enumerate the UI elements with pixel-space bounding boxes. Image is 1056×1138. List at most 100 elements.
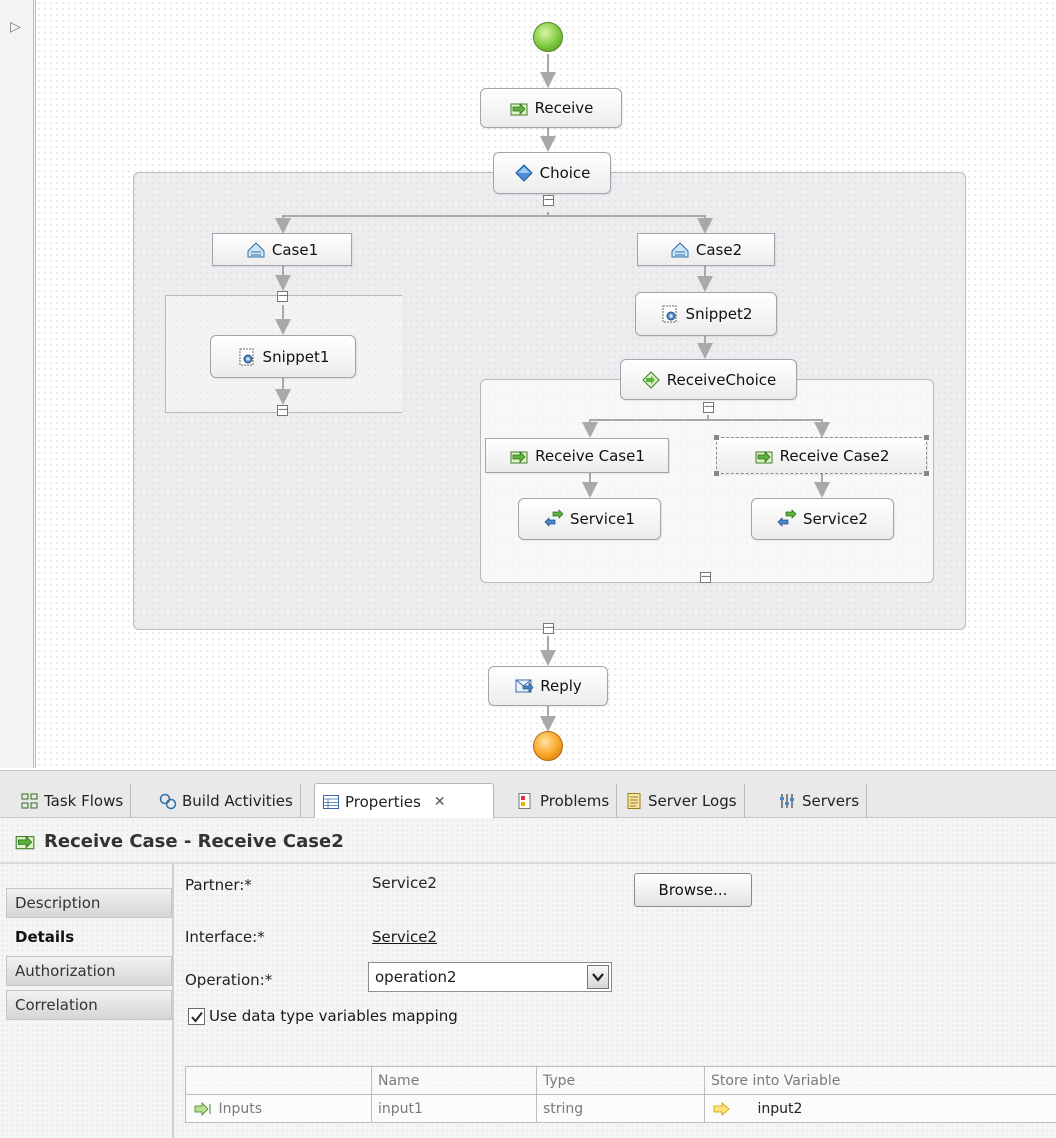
data-type-mapping-label: Use data type variables mapping [209,1007,458,1025]
table-header-row: Name Type Store into Variable [185,1066,1056,1095]
choice-bottom-collapse-toggle[interactable]: — [543,623,554,634]
selection-handle[interactable] [714,435,719,440]
side-tab-description[interactable]: Description [6,888,172,918]
receive-choice-label: ReceiveChoice [666,370,777,389]
side-tab-authorization[interactable]: Authorization [6,956,172,986]
choice-label: Choice [539,164,591,182]
choice-diamond-icon [514,164,533,182]
interface-link[interactable]: Service2 [372,928,437,946]
browse-button[interactable]: Browse... [634,873,752,907]
receive-choice-icon [642,370,660,389]
build-activities-icon [159,793,177,810]
reply-label: Reply [540,677,582,695]
receive-choice-bottom-collapse-toggle[interactable]: — [700,572,711,583]
inputs-icon [194,1101,211,1116]
choice-node[interactable]: Choice [493,152,611,194]
receive-case-icon [15,835,35,850]
receive-icon [510,103,528,116]
name-cell[interactable]: input1 [371,1094,537,1123]
type-cell[interactable]: string [536,1094,705,1123]
tab-server-logs[interactable]: Server Logs [618,784,745,818]
variable-cell[interactable]: input2 [704,1094,1056,1123]
tab-server-logs-label: Server Logs [648,792,737,810]
process-diagram-canvas[interactable]: ▷ Receive Choice — Case1 — — Snippet1 Ca… [0,0,1056,768]
snippet-icon [662,305,677,323]
case-icon [671,241,689,257]
properties-side-tabs: Description Details Authorization Correl… [6,880,172,1024]
receive-choice-node[interactable]: ReceiveChoice [620,359,797,400]
table-row[interactable]: Inputs input1 string input2 [185,1094,1056,1123]
receive-case2-label: Receive Case2 [779,446,890,465]
tab-servers[interactable]: Servers [772,784,868,818]
views-tab-bar: Task Flows Build Activities Properties ✕… [0,770,1056,819]
receive-case1-node[interactable]: Receive Case1 [485,438,669,473]
operation-select-value: operation2 [375,968,457,986]
selection-handle[interactable] [924,471,929,476]
tab-build-activities-label: Build Activities [182,792,293,810]
snippet2-label: Snippet2 [685,305,753,323]
end-node[interactable] [533,731,563,761]
reply-icon [515,679,534,693]
data-type-mapping-checkbox[interactable]: Use data type variables mapping [188,1007,458,1025]
tab-build-activities[interactable]: Build Activities [152,784,301,818]
tab-problems-label: Problems [540,792,610,810]
variable-value: input2 [757,1100,803,1117]
partner-value: Service2 [372,874,437,892]
case2-node[interactable]: Case2 [637,233,775,266]
receive-case-icon [755,450,773,463]
service1-label: Service1 [570,510,635,528]
snippet1-label: Snippet1 [262,347,330,366]
case1-label: Case1 [271,240,319,259]
service-invoke-icon [777,509,797,527]
operation-label: Operation:* [185,971,273,989]
case1-collapse-toggle[interactable]: — [277,291,288,302]
title-divider [0,862,1056,864]
receive-case2-node[interactable]: Receive Case2 [714,435,929,476]
snippet-icon [239,348,254,365]
tab-servers-label: Servers [802,792,860,810]
checkbox-box[interactable] [188,1007,205,1025]
receive-case-icon [510,450,528,463]
snippet2-node[interactable]: Snippet2 [635,292,777,336]
start-node[interactable] [533,22,563,52]
properties-icon [323,794,339,809]
service-invoke-icon [544,509,564,527]
chevron-down-icon[interactable] [587,965,609,989]
column-header-store-into-variable[interactable]: Store into Variable [704,1066,1056,1095]
tab-task-flows[interactable]: Task Flows [14,784,132,818]
inputs-cell: Inputs [185,1094,372,1123]
receive-choice-collapse-toggle[interactable]: — [703,402,714,413]
receive-case1-label: Receive Case1 [535,446,645,465]
problems-icon [518,793,531,809]
case1-node[interactable]: Case1 [212,233,352,266]
receive-node[interactable]: Receive [480,88,622,128]
close-icon[interactable]: ✕ [434,794,446,810]
service2-label: Service2 [803,510,868,528]
properties-view: Receive Case - Receive Case2 Description… [0,818,1056,1138]
checkmark-icon [191,1011,203,1023]
tab-properties[interactable]: Properties ✕ [314,783,494,819]
case1-bottom-collapse-toggle[interactable]: — [277,405,288,416]
operation-select[interactable]: operation2 [368,962,612,992]
snippet1-node[interactable]: Snippet1 [210,335,356,378]
column-header-name[interactable]: Name [371,1066,537,1095]
service2-node[interactable]: Service2 [751,498,894,540]
properties-title-text: Receive Case - Receive Case2 [44,830,344,852]
selection-handle[interactable] [924,435,929,440]
case-icon [247,241,265,257]
side-tabs-divider [172,864,174,1138]
column-header-kind [185,1066,372,1095]
service1-node[interactable]: Service1 [518,498,661,540]
column-header-type[interactable]: Type [536,1066,705,1095]
server-logs-icon [627,793,641,809]
side-tab-correlation[interactable]: Correlation [6,990,172,1020]
servers-icon [780,794,794,808]
interface-label: Interface:* [185,928,265,946]
inputs-label: Inputs [218,1100,262,1117]
reply-node[interactable]: Reply [488,666,608,706]
choice-collapse-toggle[interactable]: — [543,195,554,206]
properties-title: Receive Case - Receive Case2 [14,830,344,852]
side-tab-details[interactable]: Details [6,922,172,952]
selection-handle[interactable] [714,471,719,476]
tab-problems[interactable]: Problems [510,784,618,818]
